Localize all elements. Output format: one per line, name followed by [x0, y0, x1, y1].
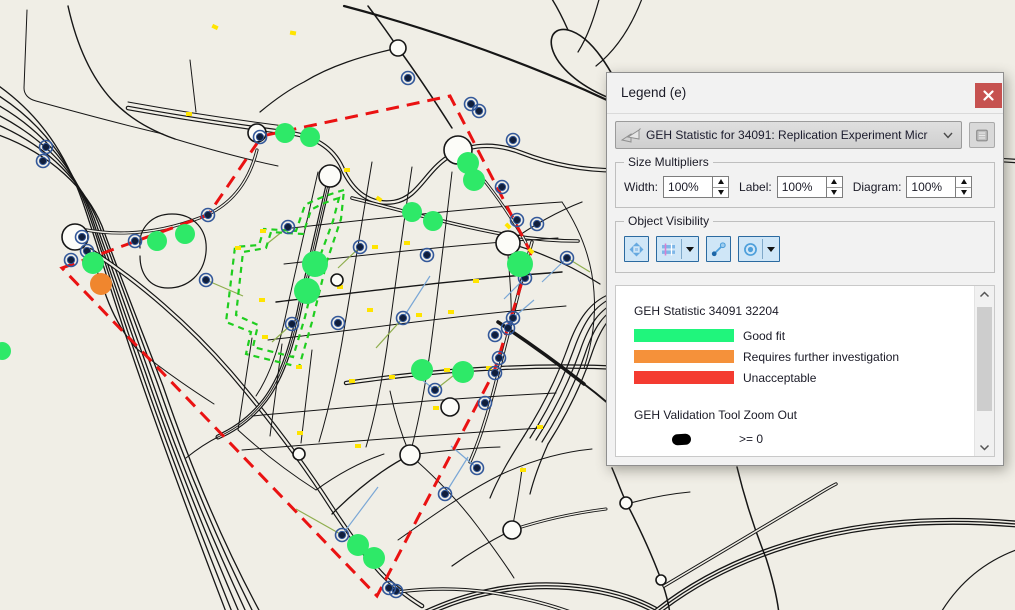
links-visibility-button[interactable] [706, 236, 731, 262]
label-value[interactable]: 100% [778, 177, 826, 197]
label-label: Label: [739, 180, 772, 194]
unacceptable-swatch [634, 371, 734, 384]
legend-list-content: GEH Statistic 34091 32204 Good fit Requi… [616, 286, 994, 449]
legend-section-title: GEH Statistic 34091 32204 [634, 304, 970, 318]
scroll-up-button[interactable] [975, 286, 994, 303]
width-increment-button[interactable] [713, 177, 728, 188]
close-icon [983, 90, 994, 101]
width-value[interactable]: 100% [664, 177, 712, 197]
diagram-decrement-button[interactable] [956, 188, 971, 198]
detectors-visibility-button[interactable] [738, 236, 780, 262]
sections-visibility-button[interactable] [656, 236, 699, 262]
diagram-value[interactable]: 100% [907, 177, 955, 197]
arrow-down-icon [831, 190, 837, 195]
legend-item: >= 0 [634, 429, 970, 449]
legend-item-label: Requires further investigation [743, 350, 899, 364]
object-visibility-group: Object Visibility [615, 221, 995, 273]
zoom-out-swatch [672, 433, 692, 445]
chevron-down-icon [979, 444, 990, 451]
chevron-down-icon [767, 247, 775, 252]
size-multipliers-fields: Width: 100% Label: 100% [624, 175, 986, 199]
arrow-down-icon [961, 190, 967, 195]
close-button[interactable] [975, 83, 1002, 108]
detector-icon [743, 242, 758, 257]
object-visibility-buttons [624, 234, 986, 264]
road-sections-icon [661, 242, 677, 257]
requires-investigation-swatch [634, 350, 734, 363]
arrow-down-icon [718, 190, 724, 195]
chevron-down-icon [686, 247, 694, 252]
legend-item-label: Unacceptable [743, 371, 816, 385]
legend-item: Requires further investigation [634, 346, 970, 367]
legend-scrollbar[interactable] [974, 286, 994, 456]
style-dropdown[interactable]: GEH Statistic for 34091: Replication Exp… [615, 121, 962, 149]
scroll-down-button[interactable] [975, 439, 994, 456]
app-window: { "panel": { "title": "Legend (e)", "sty… [0, 0, 1015, 610]
chevron-up-icon [979, 291, 990, 298]
object-visibility-title: Object Visibility [624, 214, 713, 228]
fit-view-button[interactable] [624, 236, 649, 262]
list-icon [976, 127, 988, 144]
arrow-up-icon [961, 179, 967, 184]
width-decrement-button[interactable] [713, 188, 728, 198]
good-fit-swatch [634, 329, 734, 342]
legend-list: GEH Statistic 34091 32204 Good fit Requi… [615, 285, 995, 457]
label-increment-button[interactable] [827, 177, 842, 188]
legend-panel: Legend (e) GEH Statistic for 34091: Repl… [606, 72, 1004, 466]
legend-item: Unacceptable [634, 367, 970, 388]
scrollbar-thumb[interactable] [977, 307, 992, 411]
arrow-up-icon [831, 179, 837, 184]
arrow-up-icon [718, 179, 724, 184]
style-row: GEH Statistic for 34091: Replication Exp… [615, 121, 995, 149]
label-stepper[interactable]: 100% [777, 176, 843, 198]
diagram-stepper[interactable]: 100% [906, 176, 972, 198]
panel-title: Legend (e) [621, 73, 686, 113]
size-multipliers-group: Size Multipliers Width: 100% Label: 100% [615, 162, 995, 208]
width-field: Width: 100% [624, 176, 729, 198]
legend-section-title: GEH Validation Tool Zoom Out [634, 408, 970, 422]
panel-titlebar[interactable]: Legend (e) [607, 73, 1003, 114]
legend-item-label: Good fit [743, 329, 785, 343]
width-label: Width: [624, 180, 658, 194]
legend-item-label: >= 0 [739, 432, 763, 446]
legend-item: Good fit [634, 325, 970, 346]
link-icon [711, 242, 726, 257]
label-field: Label: 100% [739, 176, 843, 198]
legend-details-button[interactable] [969, 122, 995, 148]
label-decrement-button[interactable] [827, 188, 842, 198]
diagram-increment-button[interactable] [956, 177, 971, 188]
flags-icon [620, 125, 642, 145]
diagram-field: Diagram: 100% [853, 176, 973, 198]
style-dropdown-value: GEH Statistic for 34091: Replication Exp… [646, 128, 939, 142]
fit-view-icon [629, 242, 644, 257]
width-stepper[interactable]: 100% [663, 176, 729, 198]
diagram-label: Diagram: [853, 180, 902, 194]
chevron-down-icon [943, 132, 953, 139]
size-multipliers-title: Size Multipliers [624, 155, 713, 169]
